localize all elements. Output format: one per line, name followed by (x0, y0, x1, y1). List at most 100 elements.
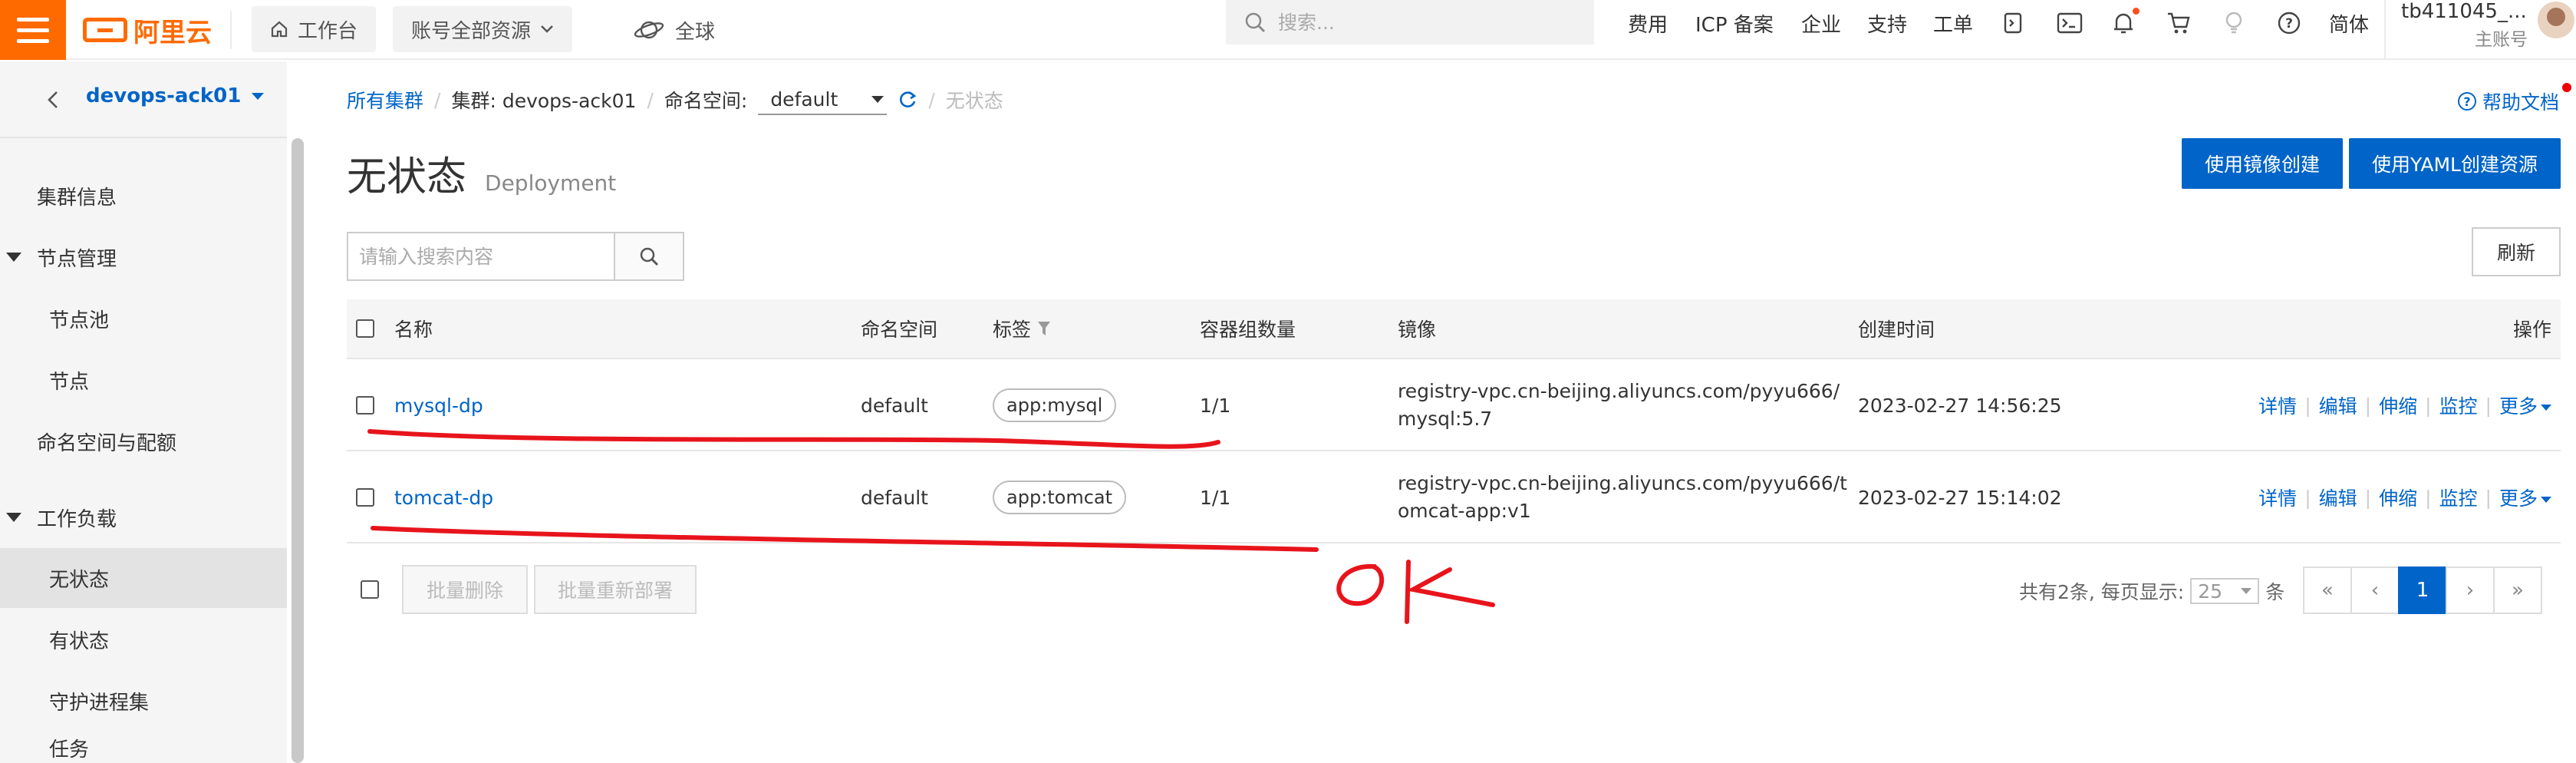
deployment-name-link[interactable]: mysql-dp (394, 361, 483, 450)
create-from-image-button[interactable]: 使用镜像创建 (2182, 138, 2343, 189)
region-selector[interactable]: 全球 (634, 0, 715, 60)
breadcrumb-all-clusters[interactable]: 所有集群 (347, 86, 423, 114)
action-separator: | (2485, 394, 2492, 417)
help-docs-link[interactable]: ? 帮助文档 (2457, 88, 2559, 115)
column-label-text: 标签 (993, 319, 1032, 341)
batch-delete-button[interactable]: 批量删除 (402, 565, 528, 614)
row-pods: 1/1 (1200, 394, 1231, 417)
breadcrumb-separator: / (928, 88, 935, 111)
breadcrumb-separator: / (647, 88, 654, 111)
select-all-checkbox[interactable] (356, 299, 374, 358)
sidebar-item-label: 有状态 (49, 629, 110, 653)
user-name[interactable]: tb411045_... (2401, 0, 2527, 23)
lightbulb-icon[interactable] (2217, 8, 2251, 38)
column-name[interactable]: 名称 (394, 299, 433, 358)
menu-hamburger-icon[interactable] (0, 0, 66, 60)
bell-icon[interactable] (2107, 8, 2140, 38)
search-icon (1245, 12, 1265, 32)
nav-enterprise[interactable]: 企业 (1801, 0, 1841, 46)
search-button[interactable] (614, 233, 683, 279)
cloud-shell-icon[interactable] (1996, 8, 2030, 38)
sidebar-scrollbar[interactable] (292, 138, 304, 763)
action-edit[interactable]: 编辑 (2319, 391, 2357, 419)
top-navigation-bar: 阿里云 工作台 账号全部资源 全球 费用 ICP 备案 企业 支持 工单 ? 简… (0, 0, 2576, 60)
action-monitor[interactable]: 监控 (2439, 391, 2478, 419)
aliyun-logo[interactable]: 阿里云 (83, 0, 212, 60)
filter-icon[interactable] (1037, 320, 1051, 337)
page-number-button[interactable]: 1 (2398, 566, 2447, 614)
page-next-button[interactable]: › (2446, 566, 2495, 614)
pagination: « ‹ 1 › » (2303, 566, 2542, 614)
aliyun-logo-icon (83, 18, 127, 42)
sidebar-group-workloads[interactable]: 工作负载 (0, 487, 287, 547)
row-checkbox[interactable] (356, 453, 374, 542)
workbench-button[interactable]: 工作台 (252, 6, 377, 52)
table-row: tomcat-dp default app:tomcat 1/1 registr… (347, 453, 2561, 543)
question-icon: ? (2457, 92, 2476, 111)
row-created: 2023-02-27 15:14:02 (1858, 486, 2062, 509)
create-from-yaml-button[interactable]: 使用YAML创建资源 (2349, 138, 2561, 189)
action-scale[interactable]: 伸缩 (2379, 484, 2417, 511)
sidebar-group-node-management[interactable]: 节点管理 (0, 227, 287, 287)
page-size-select[interactable]: 25 (2190, 578, 2260, 604)
terminal-icon[interactable] (2053, 8, 2087, 38)
nav-support[interactable]: 支持 (1867, 0, 1907, 46)
sidebar-item-jobs[interactable]: 任务 (0, 732, 287, 763)
page-first-button[interactable]: « (2303, 566, 2352, 614)
svg-text:?: ? (2285, 16, 2293, 31)
namespace-select[interactable]: default (758, 84, 888, 115)
action-monitor[interactable]: 监控 (2439, 484, 2478, 511)
sidebar-item-nodes[interactable]: 节点 (0, 350, 287, 410)
nav-billing[interactable]: 费用 (1628, 0, 1668, 46)
cart-icon[interactable] (2162, 8, 2196, 38)
sidebar: devops-ack01 集群信息 节点管理 节点池 节点 命名空间与配额 工作… (0, 61, 287, 763)
nav-icp[interactable]: ICP 备案 (1695, 0, 1774, 46)
refresh-button[interactable]: 刷新 (2472, 227, 2561, 276)
page-prev-button[interactable]: ‹ (2350, 566, 2400, 614)
help-circle-icon[interactable]: ? (2272, 8, 2306, 38)
action-details[interactable]: 详情 (2258, 391, 2297, 419)
language-switch[interactable]: 简体 (2329, 0, 2369, 46)
column-label[interactable]: 标签 (993, 299, 1051, 358)
search-input[interactable] (348, 233, 614, 279)
global-search-input[interactable] (1278, 11, 1570, 34)
action-scale[interactable]: 伸缩 (2379, 391, 2417, 419)
cluster-dropdown[interactable]: devops-ack01 (86, 84, 265, 107)
deployment-name-link[interactable]: tomcat-dp (394, 453, 493, 542)
sidebar-item-namespace-quota[interactable]: 命名空间与配额 (0, 411, 287, 471)
sidebar-item-cluster-info[interactable]: 集群信息 (0, 166, 287, 226)
cluster-selector-header: devops-ack01 (0, 61, 287, 138)
footer-select-all-checkbox[interactable] (361, 580, 379, 599)
page-title: 无状态 Deployment (347, 144, 616, 202)
row-checkbox[interactable] (356, 361, 374, 450)
sidebar-item-deployments[interactable]: 无状态 (0, 548, 287, 608)
sidebar-item-label: 命名空间与配额 (37, 431, 177, 455)
row-actions: 详情 | 编辑 | 伸缩 | 监控 | 更多 (2258, 453, 2551, 542)
action-edit[interactable]: 编辑 (2319, 484, 2357, 511)
page-last-button[interactable]: » (2493, 566, 2542, 614)
user-role: 主账号 (2475, 30, 2528, 50)
action-more[interactable]: 更多 (2499, 484, 2551, 511)
nav-ticket[interactable]: 工单 (1933, 0, 1973, 46)
caret-down-icon (6, 513, 21, 522)
chevron-left-icon[interactable] (44, 91, 63, 109)
caret-down-icon (252, 92, 265, 100)
action-separator: | (2485, 486, 2492, 509)
action-more[interactable]: 更多 (2499, 391, 2551, 419)
avatar[interactable] (2538, 2, 2574, 38)
resource-scope-dropdown[interactable]: 账号全部资源 (393, 6, 573, 52)
action-details[interactable]: 详情 (2258, 484, 2297, 511)
refresh-icon[interactable] (898, 90, 917, 110)
sidebar-item-node-pool[interactable]: 节点池 (0, 289, 287, 348)
logo-text: 阿里云 (133, 17, 212, 48)
sidebar-item-statefulsets[interactable]: 有状态 (0, 609, 287, 669)
batch-redeploy-button[interactable]: 批量重新部署 (534, 565, 697, 614)
sidebar-item-label: 守护进程集 (49, 691, 150, 715)
sidebar-item-label: 工作负载 (37, 507, 117, 531)
sidebar-item-daemonsets[interactable]: 守护进程集 (0, 671, 287, 731)
global-search[interactable] (1226, 0, 1594, 45)
row-label-tag: app:mysql (993, 361, 1117, 450)
sidebar-item-label: 任务 (49, 738, 90, 761)
action-separator: | (2425, 486, 2432, 509)
region-label: 全球 (675, 20, 716, 44)
